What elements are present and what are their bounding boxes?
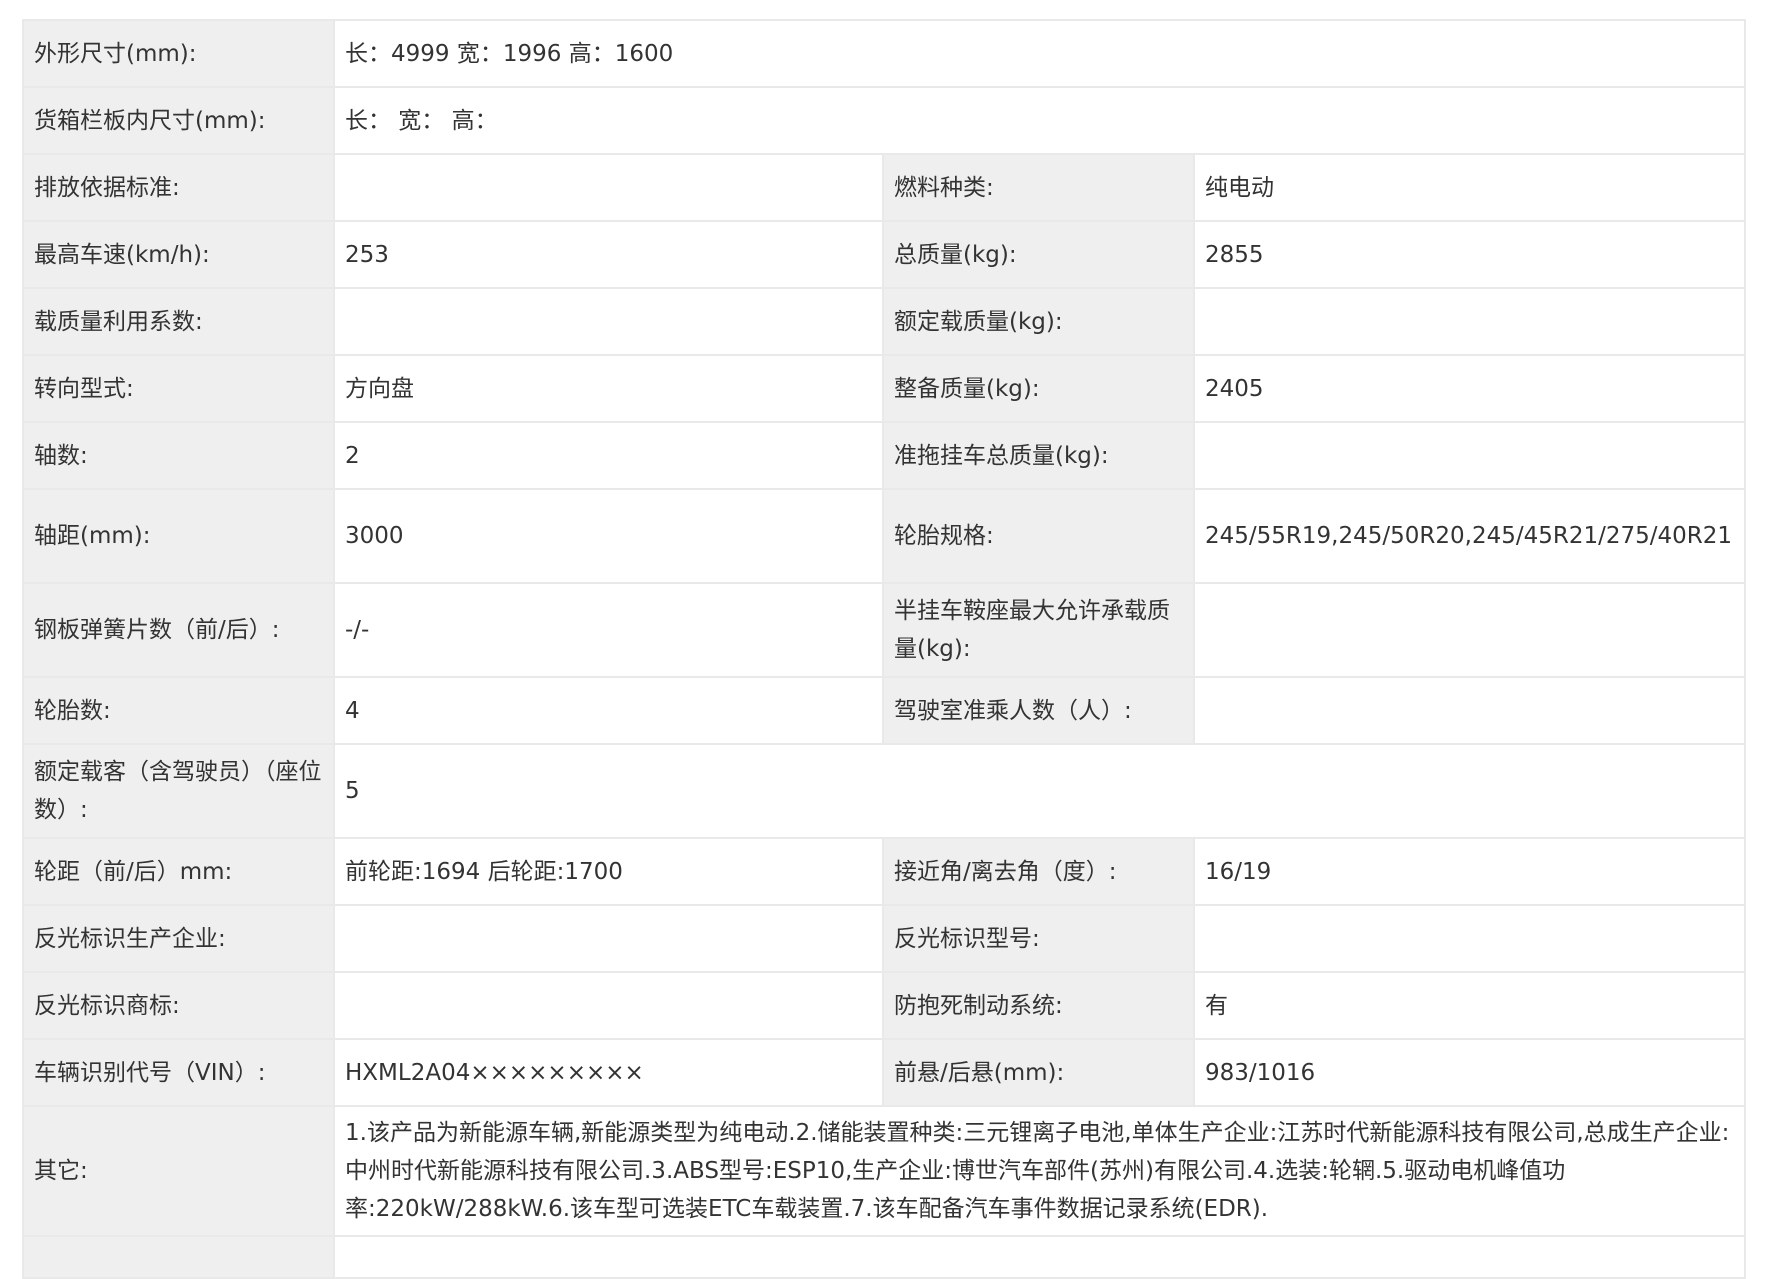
table-row	[22, 1235, 1747, 1279]
field-label: 车辆识别代号（VIN）:	[22, 1038, 335, 1107]
field-value	[1192, 421, 1747, 490]
table-row: 排放依据标准: 燃料种类: 纯电动	[22, 153, 1747, 222]
table-row: 外形尺寸(mm): 长：4999 宽：1996 高：1600	[22, 19, 1747, 88]
field-value	[1192, 676, 1747, 745]
table-row: 钢板弹簧片数（前/后）: -/- 半挂车鞍座最大允许承载质量(kg):	[22, 582, 1747, 678]
field-label: 总质量(kg):	[882, 220, 1195, 289]
table-row: 反光标识商标: 防抱死制动系统: 有	[22, 971, 1747, 1040]
field-value: 长：4999 宽：1996 高：1600	[332, 19, 1747, 88]
field-value: 983/1016	[1192, 1038, 1747, 1107]
field-label: 半挂车鞍座最大允许承载质量(kg):	[882, 582, 1195, 678]
field-value: 253	[333, 220, 884, 289]
field-value	[1192, 582, 1747, 678]
field-value: 5	[332, 743, 1747, 839]
field-value: 2405	[1192, 354, 1747, 423]
field-label: 最高车速(km/h):	[22, 220, 335, 289]
field-value: 长： 宽： 高：	[332, 86, 1747, 155]
table-row: 其它: 1.该产品为新能源车辆,新能源类型为纯电动.2.储能装置种类:三元锂离子电…	[22, 1105, 1747, 1237]
table-row: 额定载客（含驾驶员）（座位数）: 5	[22, 743, 1747, 839]
field-value: 1.该产品为新能源车辆,新能源类型为纯电动.2.储能装置种类:三元锂离子电池,单…	[332, 1105, 1747, 1237]
field-label: 接近角/离去角（度）:	[882, 837, 1195, 906]
field-value: 方向盘	[333, 354, 884, 423]
field-value: 4	[333, 676, 884, 745]
field-value: 前轮距:1694 后轮距:1700	[333, 837, 884, 906]
field-label: 额定载质量(kg):	[882, 287, 1195, 356]
field-value: HXML2A04×××××××××	[333, 1038, 884, 1107]
field-label: 反光标识生产企业:	[22, 904, 335, 973]
field-label: 外形尺寸(mm):	[22, 19, 335, 88]
field-label: 轮胎规格:	[882, 488, 1195, 584]
field-label: 额定载客（含驾驶员）（座位数）:	[22, 743, 335, 839]
field-label: 防抱死制动系统:	[882, 971, 1195, 1040]
field-label: 准拖挂车总质量(kg):	[882, 421, 1195, 490]
field-label: 反光标识商标:	[22, 971, 335, 1040]
field-label: 轴数:	[22, 421, 335, 490]
field-label: 轮胎数:	[22, 676, 335, 745]
field-label: 排放依据标准:	[22, 153, 335, 222]
field-label: 轴距(mm):	[22, 488, 335, 584]
field-value	[332, 1235, 1747, 1279]
field-label: 驾驶室准乘人数（人）:	[882, 676, 1195, 745]
field-value: 2	[333, 421, 884, 490]
table-row: 转向型式: 方向盘 整备质量(kg): 2405	[22, 354, 1747, 423]
table-row: 载质量利用系数: 额定载质量(kg):	[22, 287, 1747, 356]
field-value: 245/55R19,245/50R20,245/45R21/275/40R21	[1192, 488, 1747, 584]
table-row: 最高车速(km/h): 253 总质量(kg): 2855	[22, 220, 1747, 289]
vehicle-spec-table: 外形尺寸(mm): 长：4999 宽：1996 高：1600 货箱栏板内尺寸(mm)…	[22, 19, 1747, 1279]
field-label: 载质量利用系数:	[22, 287, 335, 356]
table-row: 轮距（前/后）mm: 前轮距:1694 后轮距:1700 接近角/离去角（度）: 16…	[22, 837, 1747, 906]
table-row: 货箱栏板内尺寸(mm): 长： 宽： 高：	[22, 86, 1747, 155]
field-value: 纯电动	[1192, 153, 1747, 222]
field-label: 反光标识型号:	[882, 904, 1195, 973]
field-label: 整备质量(kg):	[882, 354, 1195, 423]
field-value: 16/19	[1192, 837, 1747, 906]
field-label: 燃料种类:	[882, 153, 1195, 222]
field-label	[22, 1235, 335, 1279]
table-row: 反光标识生产企业: 反光标识型号:	[22, 904, 1747, 973]
field-label: 前悬/后悬(mm):	[882, 1038, 1195, 1107]
field-value: 3000	[333, 488, 884, 584]
field-value: 有	[1192, 971, 1747, 1040]
field-value	[333, 971, 884, 1040]
table-row: 轴数: 2 准拖挂车总质量(kg):	[22, 421, 1747, 490]
table-row: 轴距(mm): 3000 轮胎规格: 245/55R19,245/50R20,245/…	[22, 488, 1747, 584]
table-row: 轮胎数: 4 驾驶室准乘人数（人）:	[22, 676, 1747, 745]
field-value: 2855	[1192, 220, 1747, 289]
field-value	[333, 153, 884, 222]
field-value	[1192, 287, 1747, 356]
field-value	[333, 904, 884, 973]
field-label: 转向型式:	[22, 354, 335, 423]
field-label: 钢板弹簧片数（前/后）:	[22, 582, 335, 678]
field-label: 其它:	[22, 1105, 335, 1237]
field-value: -/-	[333, 582, 884, 678]
table-row: 车辆识别代号（VIN）: HXML2A04××××××××× 前悬/后悬(mm): 9…	[22, 1038, 1747, 1107]
field-label: 轮距（前/后）mm:	[22, 837, 335, 906]
field-value	[333, 287, 884, 356]
field-label: 货箱栏板内尺寸(mm):	[22, 86, 335, 155]
field-value	[1192, 904, 1747, 973]
